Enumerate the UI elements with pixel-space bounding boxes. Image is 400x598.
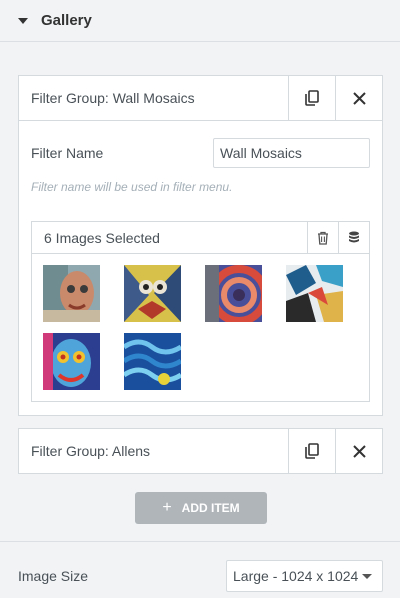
copy-icon xyxy=(305,90,319,106)
close-icon xyxy=(352,444,366,458)
image-size-select[interactable]: Large - 1024 x 1024 xyxy=(226,560,383,592)
close-icon xyxy=(352,91,366,105)
chevron-down-icon xyxy=(362,574,372,579)
image-size-label: Image Size xyxy=(18,568,89,584)
filter-name-description: Filter name will be used in filter menu. xyxy=(31,180,233,194)
media-library-button[interactable] xyxy=(338,222,369,253)
gallery-header: 6 Images Selected xyxy=(32,222,369,254)
remove-button[interactable] xyxy=(335,76,382,120)
thumbnail-grid xyxy=(32,254,369,402)
database-icon xyxy=(349,231,359,242)
gallery-thumbnail[interactable] xyxy=(124,333,181,390)
gallery-thumbnail[interactable] xyxy=(124,265,181,322)
remove-button[interactable] xyxy=(335,429,382,473)
duplicate-button[interactable] xyxy=(288,429,335,473)
filter-group-allens: Filter Group: Allens xyxy=(18,428,383,474)
filter-name-label: Filter Name xyxy=(31,145,104,161)
gallery-thumbnail[interactable] xyxy=(43,333,100,390)
plus-icon: + xyxy=(162,499,172,516)
duplicate-button[interactable] xyxy=(288,76,335,120)
section-header-gallery[interactable]: Gallery xyxy=(0,0,400,42)
gallery-thumbnail[interactable] xyxy=(286,265,343,322)
add-item-label: ADD ITEM xyxy=(181,501,240,515)
section-title: Gallery xyxy=(41,12,92,29)
filter-group-title[interactable]: Filter Group: Wall Mosaics xyxy=(19,76,288,120)
gallery-thumbnail[interactable] xyxy=(205,265,262,322)
images-selected-count[interactable]: 6 Images Selected xyxy=(32,222,307,253)
divider xyxy=(0,541,400,542)
trash-icon xyxy=(318,231,328,245)
copy-icon xyxy=(305,443,319,459)
caret-down-icon xyxy=(18,17,28,24)
add-item-button[interactable]: + ADD ITEM xyxy=(135,492,267,524)
image-size-value: Large - 1024 x 1024 xyxy=(233,568,359,584)
image-size-row: Image Size Large - 1024 x 1024 xyxy=(18,560,383,592)
gallery-thumbnail[interactable] xyxy=(43,265,100,322)
gallery-control: 6 Images Selected xyxy=(31,221,370,402)
filter-name-row: Filter Name xyxy=(31,138,370,168)
filter-name-input[interactable] xyxy=(213,138,370,168)
filter-group-title[interactable]: Filter Group: Allens xyxy=(19,429,288,473)
filter-group-header[interactable]: Filter Group: Wall Mosaics xyxy=(18,75,383,121)
clear-gallery-button[interactable] xyxy=(307,222,338,253)
filter-group-body: Filter Name Filter name will be used in … xyxy=(18,121,383,416)
filter-group-header[interactable]: Filter Group: Allens xyxy=(18,428,383,474)
filter-group-wall-mosaics: Filter Group: Wall Mosaics Filter Name F… xyxy=(18,75,383,416)
